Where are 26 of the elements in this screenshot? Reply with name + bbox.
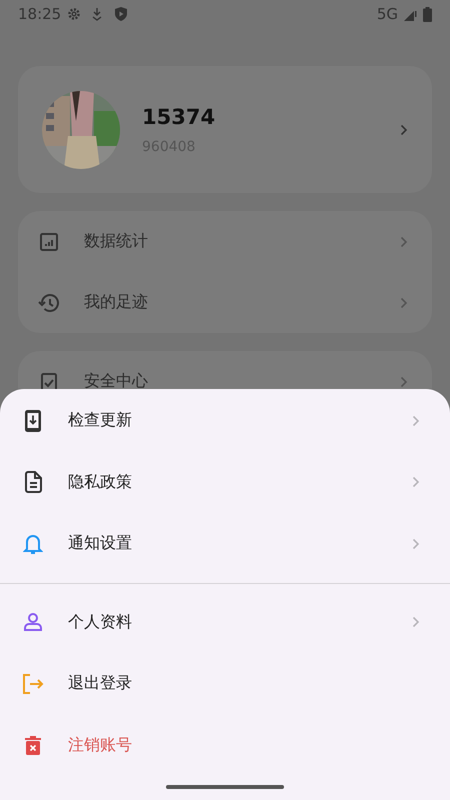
chevron-icon: [400, 236, 408, 248]
battery-icon: [423, 6, 432, 22]
chevron-icon: [400, 124, 408, 136]
trash-icon: [25, 735, 41, 756]
network-type: 5G: [376, 5, 398, 23]
sheet-item[interactable]: 注销账号: [0, 714, 450, 776]
sheet-item[interactable]: 通知设置: [0, 513, 450, 574]
bar-chart-icon: [39, 232, 59, 252]
sheet-item[interactable]: 退出登录: [0, 653, 450, 714]
shield-icon: [115, 7, 128, 21]
sheet-item[interactable]: 个人资料: [0, 592, 450, 653]
chevron-icon: [400, 376, 408, 388]
person-icon: [23, 612, 43, 632]
phone-download-icon: [24, 408, 42, 433]
status-time: 18:25: [18, 5, 62, 23]
download-icon: [91, 7, 104, 21]
logout-icon: [21, 672, 45, 695]
sheet-item[interactable]: 隐私政策: [0, 452, 450, 513]
document-icon: [24, 471, 42, 494]
username: 15374: [142, 104, 216, 128]
history-icon: [38, 292, 60, 312]
clipboard-check-icon: [40, 372, 58, 392]
bell-icon: [23, 532, 43, 555]
gear-icon: [67, 7, 82, 21]
home-indicator[interactable]: [166, 785, 284, 789]
chevron-icon: [400, 296, 408, 308]
